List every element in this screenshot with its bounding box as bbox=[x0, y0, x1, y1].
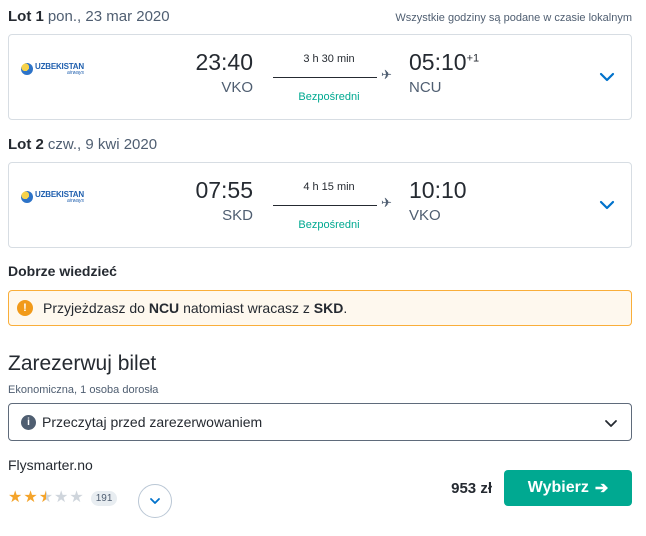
booking-title: Zarezerwuj bilet bbox=[8, 352, 157, 375]
leg-2-header: Lot 2 czw., 9 kwi 2020 bbox=[8, 136, 157, 156]
leg-1-header: Lot 1 pon., 23 mar 2020 bbox=[8, 8, 170, 28]
star-icon: ★ bbox=[8, 489, 23, 506]
flight-duration: 4 h 15 min bbox=[303, 181, 355, 193]
leg-1-date: pon., 23 mar 2020 bbox=[47, 8, 170, 25]
plane-icon: ✈ bbox=[381, 67, 392, 82]
reviews-count-badge: 191 bbox=[90, 490, 118, 506]
arrival-airport: VKO bbox=[409, 207, 441, 224]
airline-logo: UZBEKISTAN airways bbox=[21, 189, 89, 205]
departure-airport: VKO bbox=[221, 79, 253, 96]
star-icon: ★ bbox=[54, 489, 69, 506]
cabin-info: Ekonomiczna, 1 osoba dorosła bbox=[8, 384, 159, 396]
alert-text: Przyjeżdzasz do NCU natomiast wracasz z … bbox=[43, 300, 348, 316]
plane-icon: ✈ bbox=[381, 195, 392, 210]
expand-providers-button[interactable] bbox=[138, 484, 172, 518]
departure-time: 23:40 bbox=[195, 49, 253, 75]
dropdown-label: Przeczytaj przed zarezerwowaniem bbox=[42, 414, 263, 430]
departure-airport: SKD bbox=[222, 207, 253, 224]
chevron-down-icon[interactable] bbox=[597, 67, 617, 87]
day-offset: +1 bbox=[466, 52, 480, 65]
exclamation-icon: ! bbox=[17, 300, 33, 316]
leg-2-label: Lot 2 bbox=[8, 136, 44, 153]
arrow-right-icon: ➔ bbox=[594, 480, 609, 497]
good-to-know-title: Dobrze wiedzieć bbox=[8, 263, 117, 279]
route-line bbox=[273, 205, 377, 206]
leg-2-card[interactable]: UZBEKISTAN airways 07:55 SKD 4 h 15 min … bbox=[8, 162, 632, 248]
airline-logo: UZBEKISTAN airways bbox=[21, 61, 89, 77]
chevron-down-icon[interactable] bbox=[597, 195, 617, 215]
select-offer-button[interactable]: Wybierz ➔ bbox=[504, 470, 632, 506]
flight-duration: 3 h 30 min bbox=[303, 53, 355, 65]
stops-label: Bezpośredni bbox=[298, 91, 360, 103]
departure-time: 07:55 bbox=[195, 177, 253, 203]
leg-2-date: czw., 9 kwi 2020 bbox=[47, 136, 158, 153]
provider-name: Flysmarter.no bbox=[8, 457, 93, 473]
arrival-time: 10:10 bbox=[409, 177, 467, 203]
chevron-down-icon bbox=[605, 420, 617, 427]
star-half-icon: ★ bbox=[38, 489, 54, 506]
provider-rating: ★ ★ ★ ★ ★ 191 bbox=[8, 489, 118, 506]
read-before-booking-dropdown[interactable]: i Przeczytaj przed zarezerwowaniem bbox=[8, 403, 632, 441]
chevron-down-icon bbox=[150, 498, 160, 504]
star-icon: ★ bbox=[23, 489, 38, 506]
globe-icon bbox=[21, 191, 33, 203]
stops-label: Bezpośredni bbox=[298, 219, 360, 231]
arrival-airport: NCU bbox=[409, 79, 442, 96]
destination-alert: ! Przyjeżdzasz do NCU natomiast wracasz … bbox=[8, 290, 632, 326]
route-line bbox=[273, 77, 377, 78]
star-icon: ★ bbox=[69, 489, 84, 506]
info-icon: i bbox=[21, 414, 36, 430]
leg-1-card[interactable]: UZBEKISTAN airways 23:40 VKO 3 h 30 min … bbox=[8, 34, 632, 120]
timezone-note: Wszystkie godziny są podane w czasie lok… bbox=[395, 12, 632, 24]
ticket-price: 953 zł bbox=[451, 480, 492, 497]
leg-1-label: Lot 1 bbox=[8, 8, 44, 25]
arrival-time: 05:10+1 bbox=[409, 49, 480, 75]
globe-icon bbox=[21, 63, 33, 75]
